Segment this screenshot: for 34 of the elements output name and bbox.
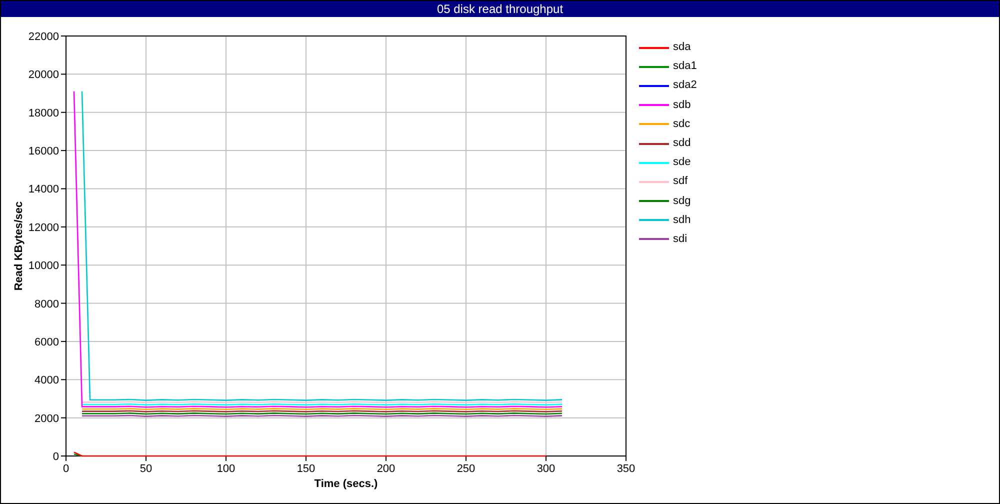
y-tick-label: 0 <box>52 451 59 463</box>
x-tick-label: 0 <box>62 463 70 475</box>
y-tick-label: 2000 <box>34 412 59 425</box>
x-tick-label: 50 <box>140 463 152 475</box>
legend-label: sdd <box>673 137 691 150</box>
legend-label: sda2 <box>673 79 697 92</box>
legend-label: sde <box>673 156 691 170</box>
x-tick-label: 150 <box>296 463 316 475</box>
y-tick-label: 4000 <box>34 374 59 387</box>
legend-label: sda <box>673 41 691 54</box>
legend-label: sdb <box>673 98 691 112</box>
y-tick-label: 8000 <box>34 298 59 310</box>
legend-label: sdg <box>673 194 691 208</box>
x-axis-title: Time (secs.) <box>314 478 378 490</box>
y-axis-title: Read KBytes/sec <box>13 201 25 291</box>
x-tick-label: 200 <box>376 463 396 475</box>
y-tick-label: 20000 <box>28 69 59 82</box>
legend-label: sda1 <box>673 60 697 74</box>
y-tick-label: 22000 <box>28 31 59 43</box>
y-tick-label: 14000 <box>28 184 59 196</box>
legend-label: sdh <box>673 214 691 227</box>
y-tick-label: 18000 <box>28 107 59 120</box>
y-tick-label: 16000 <box>28 146 59 158</box>
window-title: 05 disk read throughput <box>1 1 999 17</box>
x-tick-label: 300 <box>536 463 556 475</box>
y-tick-label: 6000 <box>34 336 59 348</box>
x-tick-label: 250 <box>456 463 476 475</box>
y-tick-label: 12000 <box>28 222 59 234</box>
legend-label: sdc <box>673 118 690 131</box>
legend-label: sdi <box>673 232 688 246</box>
y-tick-label: 10000 <box>28 260 59 272</box>
x-tick-label: 100 <box>216 463 236 475</box>
x-tick-label: 350 <box>616 463 636 475</box>
legend-label: sdf <box>673 175 688 188</box>
